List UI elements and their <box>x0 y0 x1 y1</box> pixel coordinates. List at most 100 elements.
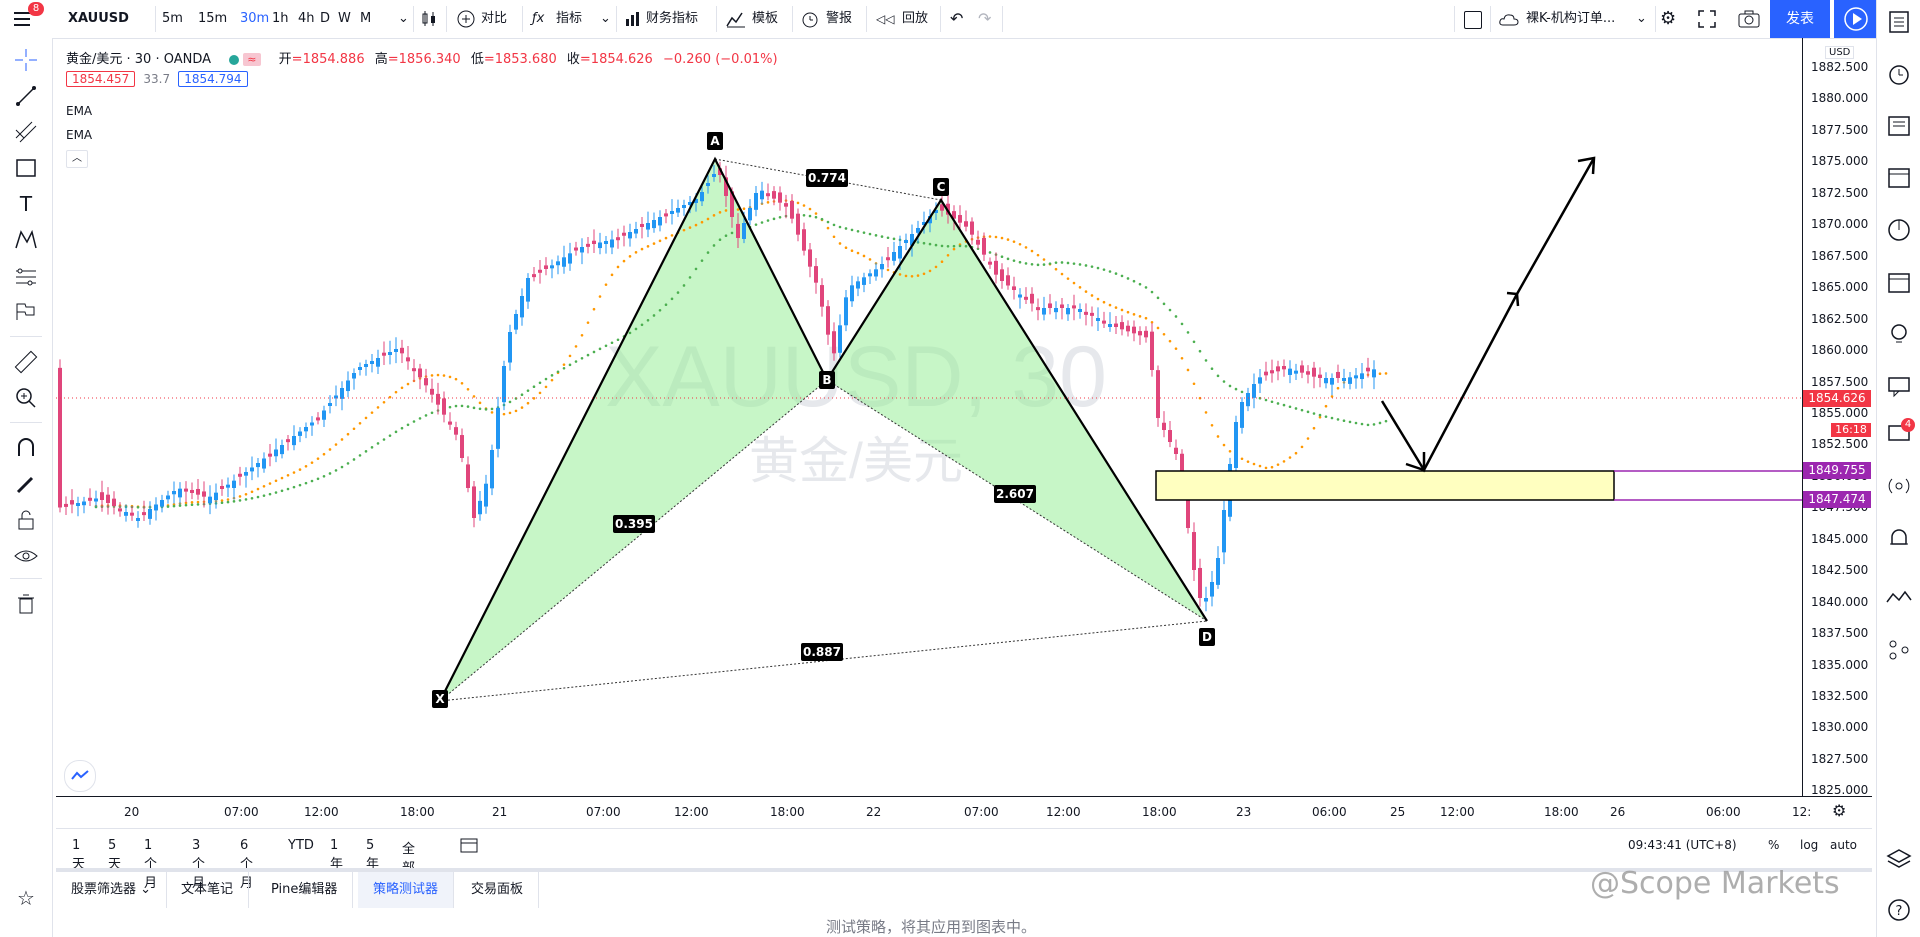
indicators-button[interactable]: 指标 <box>556 0 582 38</box>
chevron-down-icon[interactable]: ⌄ <box>398 0 410 38</box>
fullscreen-icon[interactable] <box>1698 10 1716 28</box>
lock-icon[interactable] <box>12 506 40 534</box>
range-1天[interactable]: 1天 <box>72 838 85 872</box>
ema-point <box>1312 412 1316 415</box>
ema-point <box>868 232 872 236</box>
ema-point <box>334 443 338 446</box>
candles-icon[interactable] <box>419 9 439 29</box>
news-icon[interactable] <box>1885 112 1913 140</box>
object-tree-icon[interactable] <box>1885 636 1913 664</box>
data-window-icon[interactable] <box>1885 164 1913 192</box>
tab-stock-screener[interactable]: 股票筛选器 ⌄ <box>56 872 168 908</box>
zoom-in-icon[interactable] <box>12 384 40 412</box>
financials-button[interactable]: 财务指标 <box>646 0 698 38</box>
flags-icon[interactable] <box>12 298 40 326</box>
watchlist-icon[interactable] <box>1885 8 1913 36</box>
rectangle-icon[interactable] <box>12 154 40 182</box>
pattern-icon[interactable] <box>12 226 40 254</box>
replay-button[interactable]: 回放 <box>902 0 928 38</box>
candle-body <box>862 277 866 285</box>
currency-label[interactable]: USD <box>1825 46 1855 59</box>
chart-pane[interactable]: XAUUSD, 30 黄金/美元 X A B C D 0.774 <box>56 38 1802 796</box>
tab-trading-panel[interactable]: 交易面板 <box>456 872 540 908</box>
chevron-down-icon[interactable]: ⌄ <box>600 0 611 38</box>
bid-price[interactable]: 1854.457 <box>66 71 136 87</box>
trend-line-icon[interactable] <box>12 82 40 110</box>
publish-button[interactable]: 发表 <box>1770 0 1830 38</box>
market-open-icon <box>229 54 240 65</box>
prediction-icon[interactable] <box>12 262 40 290</box>
interval-5m[interactable]: 5m <box>162 0 183 38</box>
eye-icon[interactable] <box>12 542 40 570</box>
text-icon[interactable]: T <box>12 190 40 218</box>
alert-button[interactable]: 警报 <box>826 0 852 38</box>
symbol-title[interactable]: 黄金/美元 · 30 · OANDA <box>66 52 211 67</box>
percent-toggle[interactable]: % <box>1768 838 1779 852</box>
hotlist-icon[interactable] <box>1885 216 1913 244</box>
fib-icon[interactable] <box>12 118 40 146</box>
compare-button[interactable]: 对比 <box>481 0 507 38</box>
interval-M[interactable]: M <box>360 0 371 38</box>
lock-pencil-icon[interactable] <box>12 470 40 498</box>
camera-icon[interactable] <box>1738 10 1760 28</box>
auto-toggle[interactable]: auto <box>1830 838 1857 852</box>
clock[interactable]: 09:43:41 (UTC+8) <box>1628 838 1737 852</box>
help-icon[interactable]: ? <box>1885 896 1913 924</box>
play-button[interactable] <box>1834 0 1878 38</box>
ema-point <box>868 258 872 261</box>
interval-4h[interactable]: 4h <box>298 0 315 38</box>
redo-icon[interactable]: ↷ <box>978 0 991 38</box>
trash-icon[interactable] <box>12 590 40 618</box>
range-5天[interactable]: 5天 <box>108 838 121 872</box>
candle-body <box>1258 377 1262 384</box>
goto-date-icon[interactable] <box>460 837 478 853</box>
interval-W[interactable]: W <box>338 0 351 38</box>
candle-body <box>1342 378 1346 381</box>
ideas-lightbulb-icon[interactable] <box>1885 320 1913 348</box>
ema-point <box>604 283 608 286</box>
settings-gear-icon[interactable]: ⚙ <box>1660 0 1676 38</box>
bell-icon[interactable] <box>1885 524 1913 552</box>
interval-30m[interactable]: 30m <box>240 0 269 38</box>
range-1年[interactable]: 1年 <box>330 838 343 872</box>
broadcast-icon[interactable] <box>1885 472 1913 500</box>
fullscreen-box-icon[interactable] <box>1464 11 1482 29</box>
pulse-icon[interactable] <box>1885 584 1913 612</box>
layout-name[interactable]: 裸K-机构订单... <box>1526 0 1615 38</box>
chat-icon[interactable] <box>1885 372 1913 400</box>
tab-strategy-tester[interactable]: 策略测试器 <box>358 872 455 908</box>
price-axis[interactable]: USD 1882.500 1880.000 1877.500 1875.000 1872… <box>1802 38 1873 797</box>
chevron-down-icon[interactable]: ⌄ <box>1636 0 1647 38</box>
candle-body <box>1324 378 1328 384</box>
ruler-icon[interactable] <box>12 348 40 376</box>
ema-point <box>454 377 458 381</box>
layers-icon[interactable] <box>1885 846 1913 874</box>
candle-body <box>1090 312 1094 316</box>
undo-icon[interactable]: ↶ <box>950 0 963 38</box>
tradingview-logo-icon[interactable] <box>64 760 96 792</box>
range-5年[interactable]: 5年 <box>366 838 379 872</box>
collapse-legend-button[interactable]: ︿ <box>66 150 88 168</box>
range-YTD[interactable]: YTD <box>288 838 314 853</box>
magnet-icon[interactable] <box>12 434 40 462</box>
tab-pine-editor[interactable]: Pine编辑器 <box>256 872 354 908</box>
time-axis[interactable]: 20 07:00 12:00 18:00 21 07:00 12:00 18:00 22 07:0… <box>56 796 1872 827</box>
alarm-icon[interactable] <box>1885 60 1913 88</box>
log-toggle[interactable]: log <box>1800 838 1818 852</box>
ema-point <box>1324 404 1328 408</box>
ema-legend-1[interactable]: EMA <box>66 104 92 118</box>
ema-point <box>490 407 494 411</box>
star-icon[interactable]: ☆ <box>12 884 40 912</box>
interval-1h[interactable]: 1h <box>272 0 289 38</box>
interval-15m[interactable]: 15m <box>198 0 227 38</box>
ema-legend-2[interactable]: EMA <box>66 128 92 142</box>
crosshair-icon[interactable] <box>12 46 40 74</box>
axis-settings-gear-icon[interactable]: ⚙ <box>1832 801 1846 820</box>
interval-D[interactable]: D <box>320 0 330 38</box>
symbol-search[interactable]: XAUUSD <box>68 0 129 38</box>
ask-price[interactable]: 1854.794 <box>178 71 248 87</box>
calendar-icon[interactable] <box>1885 268 1913 296</box>
ema-point <box>706 217 710 221</box>
templates-button[interactable]: 模板 <box>752 0 778 38</box>
tab-text-notes[interactable]: 文本笔记 <box>166 872 250 908</box>
